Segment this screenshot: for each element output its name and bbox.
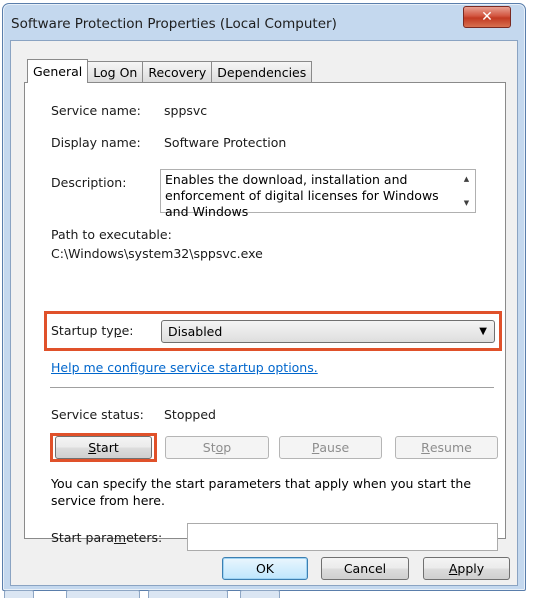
resume-button[interactable]: Resume bbox=[395, 436, 498, 459]
service-name-value: sppsvc bbox=[164, 103, 208, 118]
tab-strip: General Log On Recovery Dependencies bbox=[27, 58, 313, 83]
ok-button[interactable]: OK bbox=[222, 557, 308, 580]
description-box[interactable]: Enables the download, installation and e… bbox=[160, 169, 476, 219]
scroll-down-arrow-icon[interactable]: ▼ bbox=[464, 199, 469, 207]
stop-button[interactable]: St o p bbox=[165, 436, 269, 459]
taskbar-button[interactable] bbox=[148, 590, 228, 598]
help-configure-link[interactable]: Help me configure service startup option… bbox=[51, 360, 318, 375]
tab-dependencies[interactable]: Dependencies bbox=[211, 61, 313, 82]
dialog-client-area: General Log On Recovery Dependencies Ser… bbox=[10, 40, 518, 586]
description-label: Description: bbox=[51, 175, 127, 190]
startup-type-label: Startup type: bbox=[51, 323, 134, 338]
display-name-value: Software Protection bbox=[164, 135, 287, 150]
startup-type-dropdown[interactable]: Disabled ▼ bbox=[161, 320, 495, 343]
service-status-label: Service status: bbox=[51, 407, 144, 422]
chevron-down-icon: ▼ bbox=[479, 326, 487, 337]
tab-log-on[interactable]: Log On bbox=[87, 61, 144, 82]
start-parameters-input[interactable] bbox=[187, 523, 498, 551]
display-name-label: Display name: bbox=[51, 135, 141, 150]
close-button[interactable]: ✕ bbox=[463, 6, 511, 28]
tab-recovery[interactable]: Recovery bbox=[142, 61, 213, 82]
pause-button[interactable]: Pause bbox=[279, 436, 382, 459]
window-title: Software Protection Properties (Local Co… bbox=[11, 16, 337, 32]
start-parameters-info: You can specify the start parameters tha… bbox=[51, 476, 472, 508]
path-label: Path to executable: bbox=[51, 227, 172, 242]
start-parameters-label: Start parameters: bbox=[51, 530, 163, 545]
apply-button[interactable]: Apply bbox=[423, 557, 510, 580]
startup-type-value: Disabled bbox=[168, 324, 223, 339]
scroll-up-arrow-icon[interactable]: ▲ bbox=[464, 175, 469, 183]
tab-general[interactable]: General bbox=[27, 59, 89, 83]
taskbar-button[interactable] bbox=[240, 590, 280, 598]
cancel-button[interactable]: Cancel bbox=[321, 557, 409, 580]
service-name-label: Service name: bbox=[51, 103, 141, 118]
service-status-value: Stopped bbox=[164, 407, 216, 422]
path-value: C:\Windows\system32\sppsvc.exe bbox=[51, 246, 263, 261]
taskbar-button[interactable] bbox=[66, 590, 140, 598]
taskbar-button[interactable] bbox=[4, 590, 34, 598]
description-text: Enables the download, installation and e… bbox=[165, 172, 439, 219]
title-bar[interactable]: Software Protection Properties (Local Co… bbox=[3, 4, 525, 40]
description-scrollbar[interactable]: ▲ ▼ bbox=[458, 170, 475, 212]
properties-dialog: Software Protection Properties (Local Co… bbox=[2, 3, 526, 591]
close-icon: ✕ bbox=[481, 9, 493, 25]
general-tab-panel: Service name: sppsvc Display name: Softw… bbox=[24, 82, 506, 551]
section-divider bbox=[50, 387, 494, 389]
start-button[interactable]: Start bbox=[55, 436, 152, 459]
